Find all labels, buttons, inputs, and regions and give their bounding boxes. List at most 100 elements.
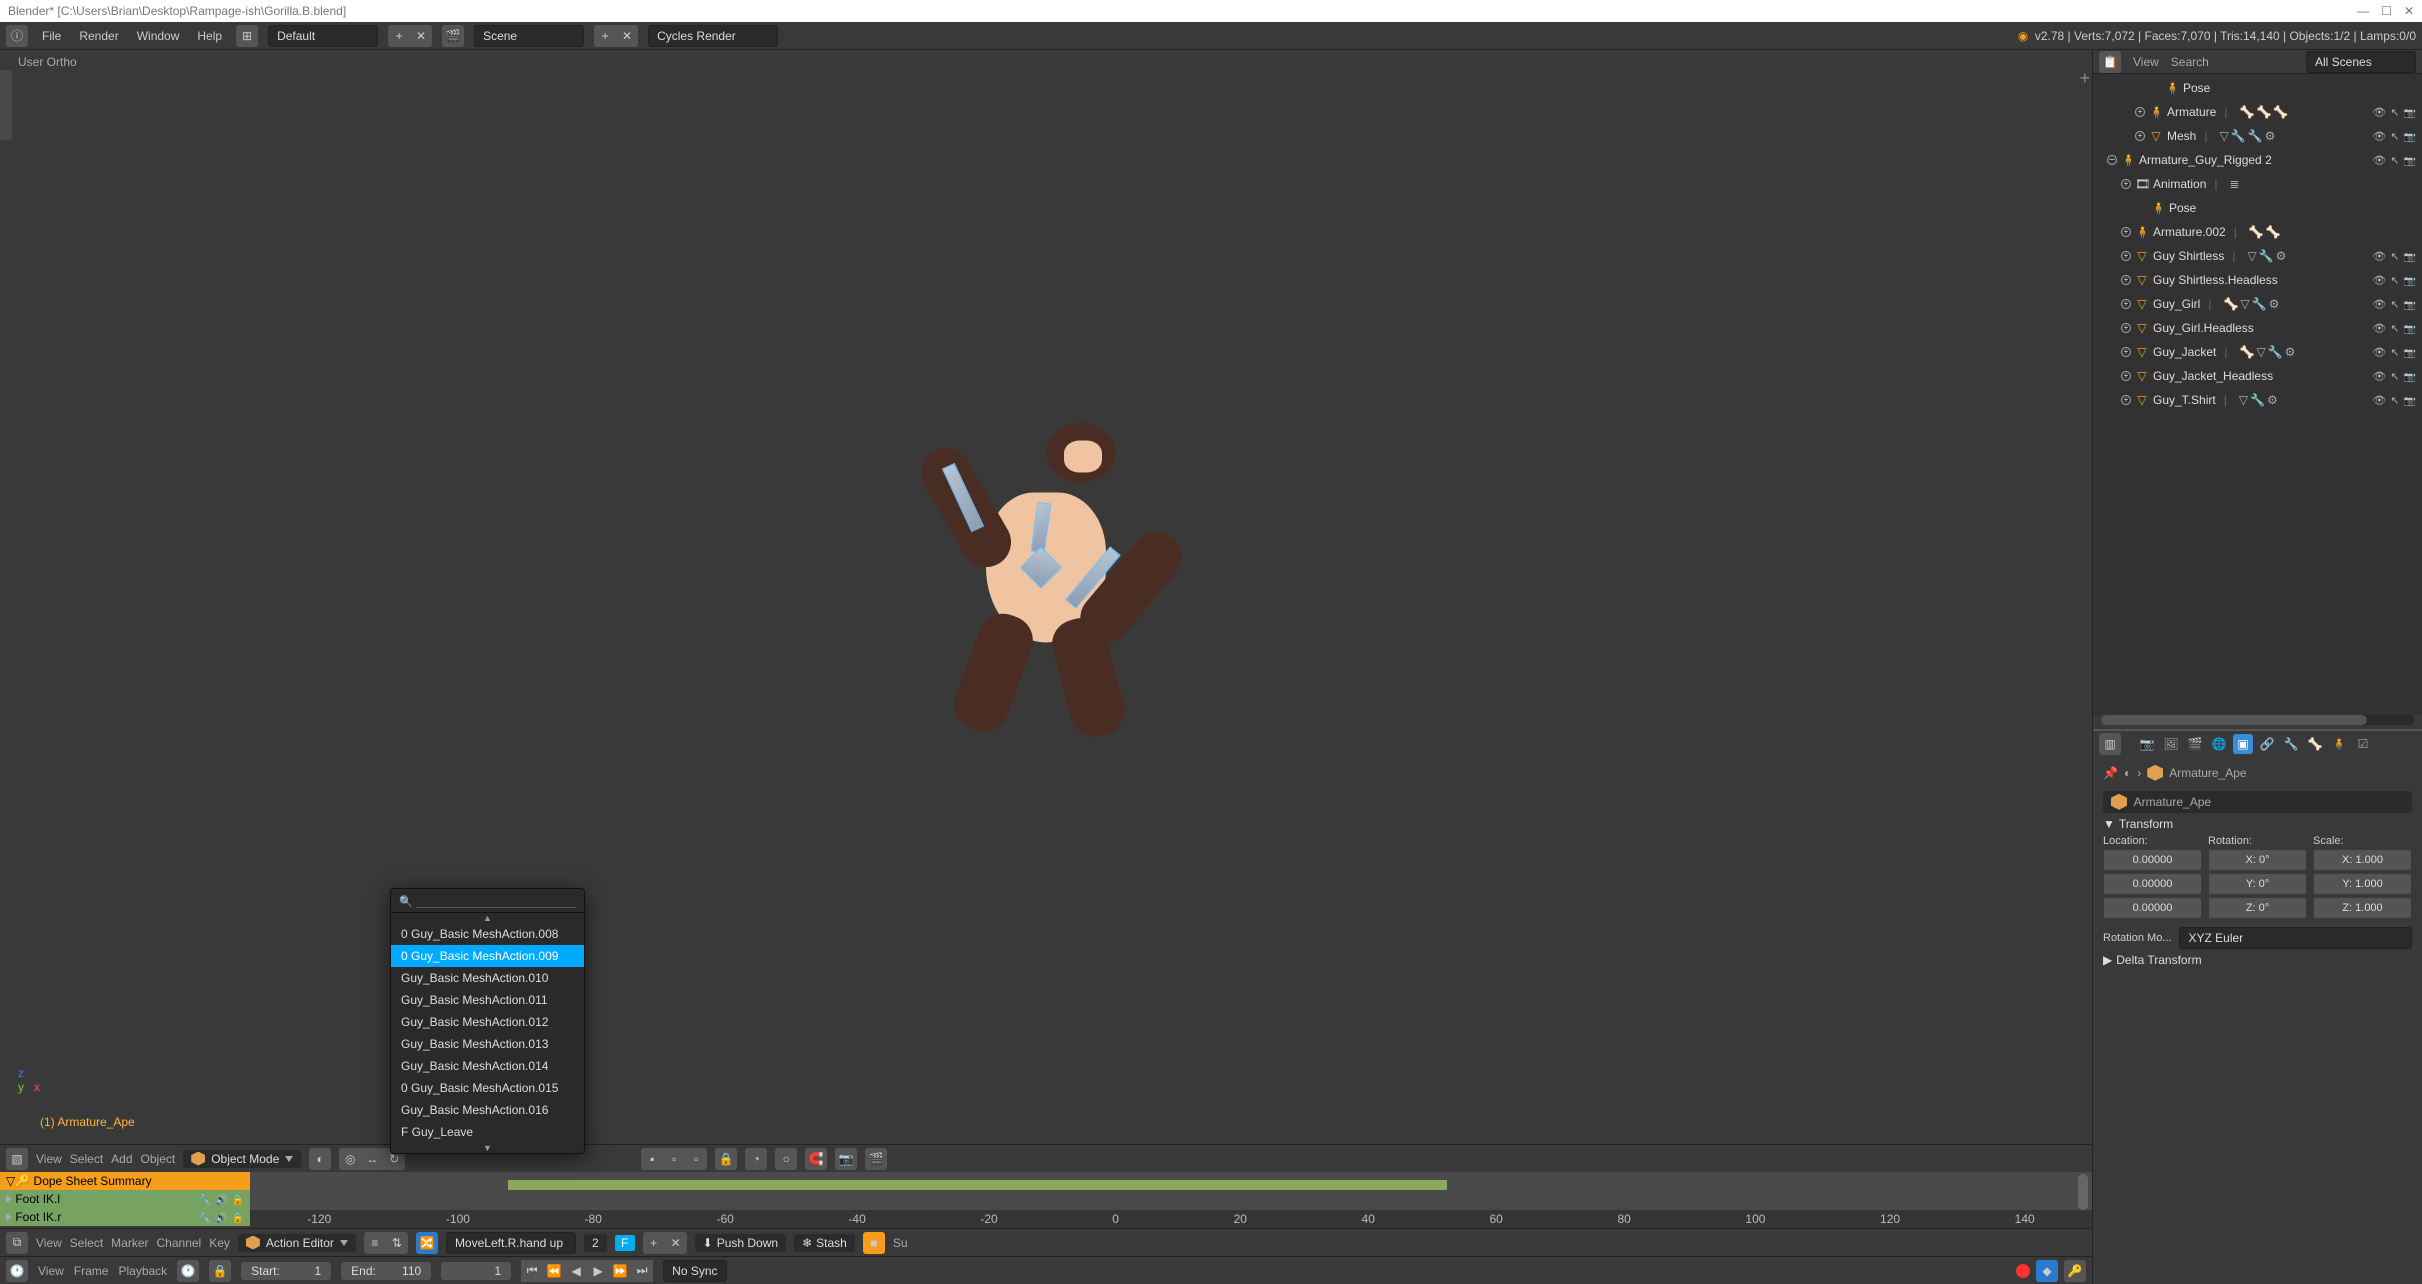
keying-set-dropdown[interactable]: ◆ [2036,1260,2058,1282]
expand-icon[interactable]: + [2135,131,2145,141]
tab-constraints[interactable]: 🔗 [2257,734,2277,754]
tl-playback-menu[interactable]: Playback [118,1264,167,1278]
end-frame-field[interactable]: End:110 [341,1262,431,1280]
ds-channel-menu[interactable]: Channel [157,1236,202,1250]
render-engine-dropdown[interactable]: Cycles Render [648,25,778,47]
layout-remove-button[interactable]: ✕ [410,25,432,47]
outliner-row[interactable]: + ▽ Guy_T.Shirt|▽🔧⚙ [2093,388,2422,412]
renderable-icon[interactable] [2404,393,2416,407]
outliner-view-menu[interactable]: View [2133,55,2159,69]
ds-marker-menu[interactable]: Marker [111,1236,148,1250]
fake-user-button[interactable]: F [615,1235,635,1251]
outliner-row[interactable]: + 🎞 Animation|≣ [2093,172,2422,196]
tab-modifiers[interactable]: 🔧 [2281,734,2301,754]
visibility-icon[interactable] [2372,369,2386,383]
outliner-row[interactable]: – 🧍 Armature_Guy_Rigged 2 [2093,148,2422,172]
delta-transform-header[interactable]: ▶Delta Transform [2103,949,2412,971]
scene-add-button[interactable]: + [594,25,616,47]
sync-dropdown[interactable]: No Sync [663,1260,726,1282]
ds-select-menu[interactable]: Select [70,1236,103,1250]
layout-add-button[interactable]: + [388,25,410,47]
object-name-field[interactable]: Armature_Ape [2103,791,2412,813]
expand-icon[interactable]: + [2121,299,2131,309]
outliner-hscroll[interactable] [2101,715,2414,725]
opengl-anim-icon[interactable]: 🎬 [865,1148,887,1170]
collapse-icon[interactable]: – [2107,155,2117,165]
loc-x[interactable]: 0.00000 [2103,849,2202,871]
render-menu[interactable]: Render [75,27,122,45]
selectable-icon[interactable] [2390,249,2399,263]
visibility-icon[interactable] [2372,297,2386,311]
pin-icon[interactable]: 📌 [2103,766,2118,780]
selectable-icon[interactable] [2390,369,2399,383]
autokey-record-icon[interactable] [2016,1264,2030,1278]
action-popup-item[interactable]: Guy_Basic MeshAction.014 [391,1055,584,1077]
expand-icon[interactable]: + [2121,227,2131,237]
expand-icon[interactable]: + [2121,275,2131,285]
loc-y[interactable]: 0.00000 [2103,873,2202,895]
renderable-icon[interactable] [2404,249,2416,263]
expand-icon[interactable]: + [2121,323,2131,333]
info-editor-icon[interactable]: ⓘ [6,25,28,47]
lock-camera-icon[interactable]: 🔒 [715,1148,737,1170]
tab-scene[interactable]: 🎬 [2185,734,2205,754]
proportional-edit-icon[interactable]: ○ [775,1148,797,1170]
expand-icon[interactable]: + [2135,107,2145,117]
manipulator-icon[interactable]: ↔ [361,1148,383,1170]
channel-row[interactable]: Foot IK.r [0,1208,250,1226]
scl-z[interactable]: Z: 1.000 [2313,897,2412,919]
expand-icon[interactable]: + [2121,251,2131,261]
renderable-icon[interactable] [2404,345,2416,359]
stash-button[interactable]: ❄ Stash [794,1234,855,1252]
view3d-object-menu[interactable]: Object [141,1152,176,1166]
minimize-button[interactable]: — [2357,4,2369,18]
editor-type-dopesheet[interactable]: ⧉ [6,1232,28,1254]
outliner-row[interactable]: + ▽ Guy Shirtless|▽🔧⚙ [2093,244,2422,268]
lock-range-icon[interactable]: 🔒 [209,1260,231,1282]
popup-scroll-up[interactable]: ▲ [391,913,584,923]
screen-layout-icon[interactable]: ⊞ [236,25,258,47]
outliner-row[interactable]: 🧍 Pose [2093,76,2422,100]
action-users[interactable]: 2 [584,1234,607,1252]
action-browse-button[interactable]: 🔀 [416,1232,438,1254]
outliner-row[interactable]: + ▽ Guy_Girl|🦴▽🔧⚙ [2093,292,2422,316]
close-button[interactable]: ✕ [2404,4,2414,18]
scene-remove-button[interactable]: ✕ [616,25,638,47]
play-button[interactable]: ▶ [587,1260,609,1282]
renderable-icon[interactable] [2404,369,2416,383]
editor-type-outliner[interactable]: 📋 [2099,51,2121,73]
summary-toggle-label[interactable]: Su [893,1236,908,1250]
maximize-button[interactable]: ☐ [2381,4,2392,18]
action-popup-item[interactable]: F Guy_Leave [391,1121,584,1143]
renderable-icon[interactable] [2404,153,2416,167]
keyframe-next-button[interactable]: ⏩ [609,1260,631,1282]
ds-key-menu[interactable]: Key [209,1236,230,1250]
file-menu[interactable]: File [38,27,65,45]
opengl-render-icon[interactable]: 📷 [835,1148,857,1170]
renderable-icon[interactable] [2404,129,2416,143]
scene-field[interactable]: Scene [474,25,584,47]
outliner-row[interactable]: + ▽ Mesh|▽🔧🔧⚙ [2093,124,2422,148]
outliner-row[interactable]: + 🧍 Armature.002|🦴🦴 [2093,220,2422,244]
start-frame-field[interactable]: Start:1 [241,1262,331,1280]
action-popup-item[interactable]: 0 Guy_Basic MeshAction.009 [391,945,584,967]
visibility-icon[interactable] [2372,105,2386,119]
outliner-row[interactable]: + ▽ Guy_Jacket_Headless [2093,364,2422,388]
outliner-row[interactable]: + ▽ Guy_Jacket|🦴▽🔧⚙ [2093,340,2422,364]
view3d-view-menu[interactable]: View [36,1152,62,1166]
visibility-icon[interactable] [2372,129,2386,143]
selectable-icon[interactable] [2390,153,2399,167]
outliner-tree[interactable]: 🧍 Pose+ 🧍 Armature|🦴🦴🦴+ ▽ Mesh|▽🔧🔧⚙– 🧍 A… [2093,74,2422,715]
selectable-icon[interactable] [2390,129,2399,143]
shading-mode-icon[interactable]: ◔ [745,1148,767,1170]
dopesheet-summary-row[interactable]: ▽🔑 Dope Sheet Summary [0,1172,250,1190]
visibility-icon[interactable] [2372,273,2386,287]
insert-keyframe-button[interactable]: 🔑 [2064,1260,2086,1282]
tab-render-layers[interactable]: 🖼 [2161,734,2181,754]
jump-start-button[interactable]: ⏮ [521,1260,543,1282]
visibility-icon[interactable] [2372,393,2386,407]
action-popup-item[interactable]: Guy_Basic MeshAction.011 [391,989,584,1011]
visibility-icon[interactable] [2372,153,2386,167]
nla-cube-icon[interactable]: ■ [863,1232,885,1254]
layer-buttons[interactable]: ▪▫▫ [641,1148,707,1170]
